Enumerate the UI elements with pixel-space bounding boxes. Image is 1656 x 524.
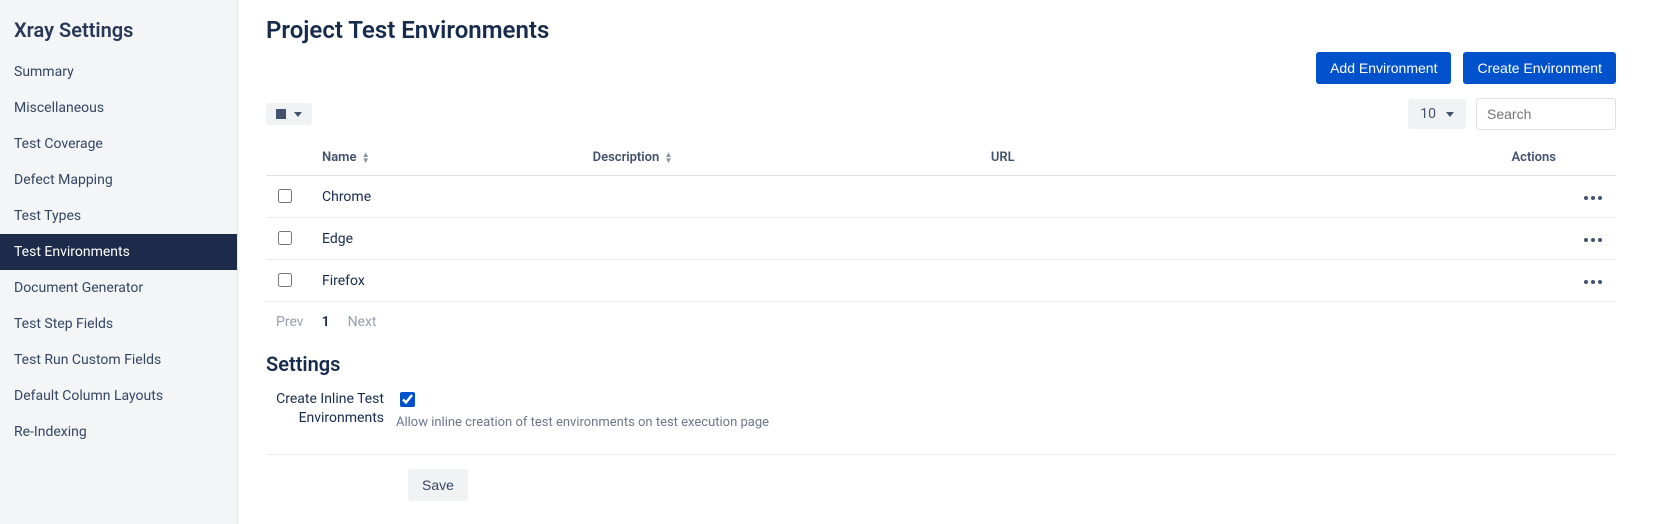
sidebar-item-test-step-fields[interactable]: Test Step Fields xyxy=(0,306,237,342)
col-name[interactable]: Name ▲▼ xyxy=(314,140,585,176)
sidebar-item-document-generator[interactable]: Document Generator xyxy=(0,270,237,306)
cell-actions xyxy=(1148,176,1616,218)
environments-table: Name ▲▼ Description ▲▼ URL Actions Chrom… xyxy=(266,140,1616,302)
chevron-down-icon xyxy=(294,112,302,117)
cell-url xyxy=(983,176,1149,218)
pagination-next[interactable]: Next xyxy=(348,314,377,330)
cell-name: Chrome xyxy=(314,176,585,218)
sidebar-nav: SummaryMiscellaneousTest CoverageDefect … xyxy=(0,54,237,450)
sidebar-item-default-column-layouts[interactable]: Default Column Layouts xyxy=(0,378,237,414)
settings-title: Settings xyxy=(266,352,1616,376)
sidebar-item-re-indexing[interactable]: Re-Indexing xyxy=(0,414,237,450)
sidebar-item-test-coverage[interactable]: Test Coverage xyxy=(0,126,237,162)
setting-label: Create Inline Test Environments xyxy=(266,390,396,428)
cell-description xyxy=(585,260,983,302)
row-actions-menu[interactable] xyxy=(1578,274,1608,290)
cell-description xyxy=(585,176,983,218)
pagination-prev[interactable]: Prev xyxy=(276,314,304,330)
row-checkbox[interactable] xyxy=(278,231,292,245)
cell-name: Edge xyxy=(314,218,585,260)
cell-description xyxy=(585,218,983,260)
table-row: Firefox xyxy=(266,260,1616,302)
cell-actions xyxy=(1148,260,1616,302)
sidebar-item-test-environments[interactable]: Test Environments xyxy=(0,234,237,270)
main-content: Project Test Environments Add Environmen… xyxy=(238,0,1656,524)
cell-url xyxy=(983,218,1149,260)
pagination: Prev 1 Next xyxy=(266,302,1616,348)
sort-icon: ▲▼ xyxy=(362,152,370,164)
page-size-value: 10 xyxy=(1420,106,1436,122)
table-toolbar: 10 xyxy=(266,98,1616,130)
sort-icon: ▲▼ xyxy=(665,152,673,164)
cell-url xyxy=(983,260,1149,302)
bulk-select-icon xyxy=(276,109,286,119)
inline-environments-checkbox[interactable] xyxy=(400,392,415,407)
setting-description: Allow inline creation of test environmen… xyxy=(396,415,1616,430)
sidebar-title: Xray Settings xyxy=(0,8,237,54)
sidebar-item-summary[interactable]: Summary xyxy=(0,54,237,90)
sidebar-item-defect-mapping[interactable]: Defect Mapping xyxy=(0,162,237,198)
top-actions: Add Environment Create Environment xyxy=(266,52,1616,84)
save-button[interactable]: Save xyxy=(408,469,468,501)
cell-actions xyxy=(1148,218,1616,260)
bulk-select-dropdown[interactable] xyxy=(266,103,312,125)
sidebar: Xray Settings SummaryMiscellaneousTest C… xyxy=(0,0,238,524)
page-size-select[interactable]: 10 xyxy=(1408,99,1466,129)
setting-inline-environments: Create Inline Test Environments Allow in… xyxy=(266,390,1616,455)
row-checkbox[interactable] xyxy=(278,189,292,203)
pagination-page-1[interactable]: 1 xyxy=(322,314,330,330)
cell-name: Firefox xyxy=(314,260,585,302)
row-checkbox[interactable] xyxy=(278,273,292,287)
sidebar-item-test-run-custom-fields[interactable]: Test Run Custom Fields xyxy=(0,342,237,378)
row-actions-menu[interactable] xyxy=(1578,190,1608,206)
col-checkbox xyxy=(266,140,314,176)
sidebar-item-test-types[interactable]: Test Types xyxy=(0,198,237,234)
chevron-down-icon xyxy=(1446,112,1454,117)
col-actions: Actions xyxy=(1148,140,1616,176)
page-title: Project Test Environments xyxy=(266,16,1616,44)
search-input[interactable] xyxy=(1476,98,1616,130)
col-description[interactable]: Description ▲▼ xyxy=(585,140,983,176)
create-environment-button[interactable]: Create Environment xyxy=(1463,52,1616,84)
add-environment-button[interactable]: Add Environment xyxy=(1316,52,1451,84)
sidebar-item-miscellaneous[interactable]: Miscellaneous xyxy=(0,90,237,126)
table-row: Chrome xyxy=(266,176,1616,218)
col-url[interactable]: URL xyxy=(983,140,1149,176)
table-row: Edge xyxy=(266,218,1616,260)
row-actions-menu[interactable] xyxy=(1578,232,1608,248)
